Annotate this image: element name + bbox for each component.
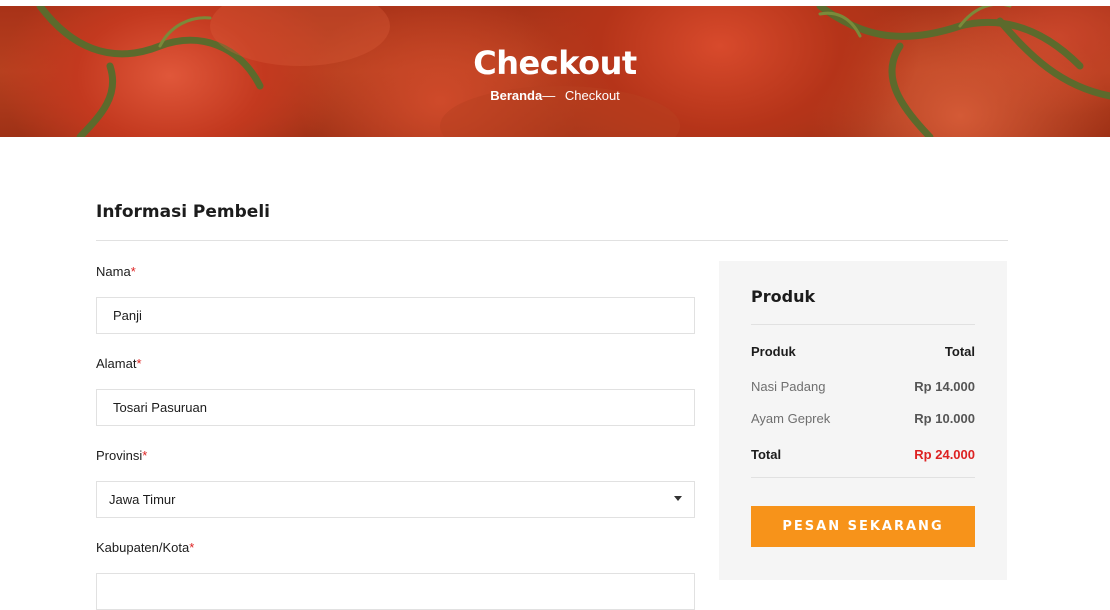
order-total-label: Total [751, 447, 782, 462]
order-header-row: Produk Total [751, 344, 975, 362]
province-selected-value: Jawa Timur [109, 492, 176, 507]
order-item-row: Ayam Geprek Rp 10.000 [751, 411, 975, 429]
breadcrumb: Beranda— Checkout [0, 88, 1110, 103]
buyer-info-heading: Informasi Pembeli [96, 202, 270, 222]
order-summary-panel: Produk Produk Total Nasi Padang Rp 14.00… [719, 261, 1007, 580]
order-header-total: Total [944, 344, 975, 359]
order-item-row: Nasi Padang Rp 14.000 [751, 379, 975, 397]
order-item-price: Rp 10.000 [914, 411, 975, 426]
required-asterisk: * [189, 540, 195, 555]
chevron-down-icon [674, 496, 682, 501]
province-select[interactable]: Jawa Timur [96, 481, 695, 518]
address-label: Alamat* [96, 356, 142, 371]
order-total-row: Total Rp 24.000 [751, 447, 975, 465]
province-label: Provinsi* [96, 448, 148, 463]
hero-banner: Checkout Beranda— Checkout [0, 6, 1110, 137]
breadcrumb-home-link[interactable]: Beranda [490, 88, 542, 103]
order-item-name: Ayam Geprek [751, 411, 831, 426]
breadcrumb-current: Checkout [564, 88, 620, 103]
page-title: Checkout [473, 44, 637, 82]
order-header-product: Produk [751, 344, 796, 359]
name-input[interactable] [96, 297, 695, 334]
address-input[interactable] [96, 389, 695, 426]
required-asterisk: * [130, 264, 136, 279]
name-label: Nama* [96, 264, 136, 279]
required-asterisk: * [142, 448, 148, 463]
order-summary-title: Produk [751, 287, 816, 306]
order-item-name: Nasi Padang [751, 379, 826, 394]
city-select[interactable] [96, 573, 695, 610]
order-divider [751, 477, 975, 478]
place-order-button[interactable]: PESAN SEKARANG [751, 506, 975, 547]
required-asterisk: * [136, 356, 142, 371]
order-item-price: Rp 14.000 [914, 379, 975, 394]
breadcrumb-separator: — [542, 88, 556, 103]
city-label: Kabupaten/Kota* [96, 540, 195, 555]
section-divider [96, 240, 1008, 241]
order-total-value: Rp 24.000 [914, 447, 975, 462]
order-divider [751, 324, 975, 325]
